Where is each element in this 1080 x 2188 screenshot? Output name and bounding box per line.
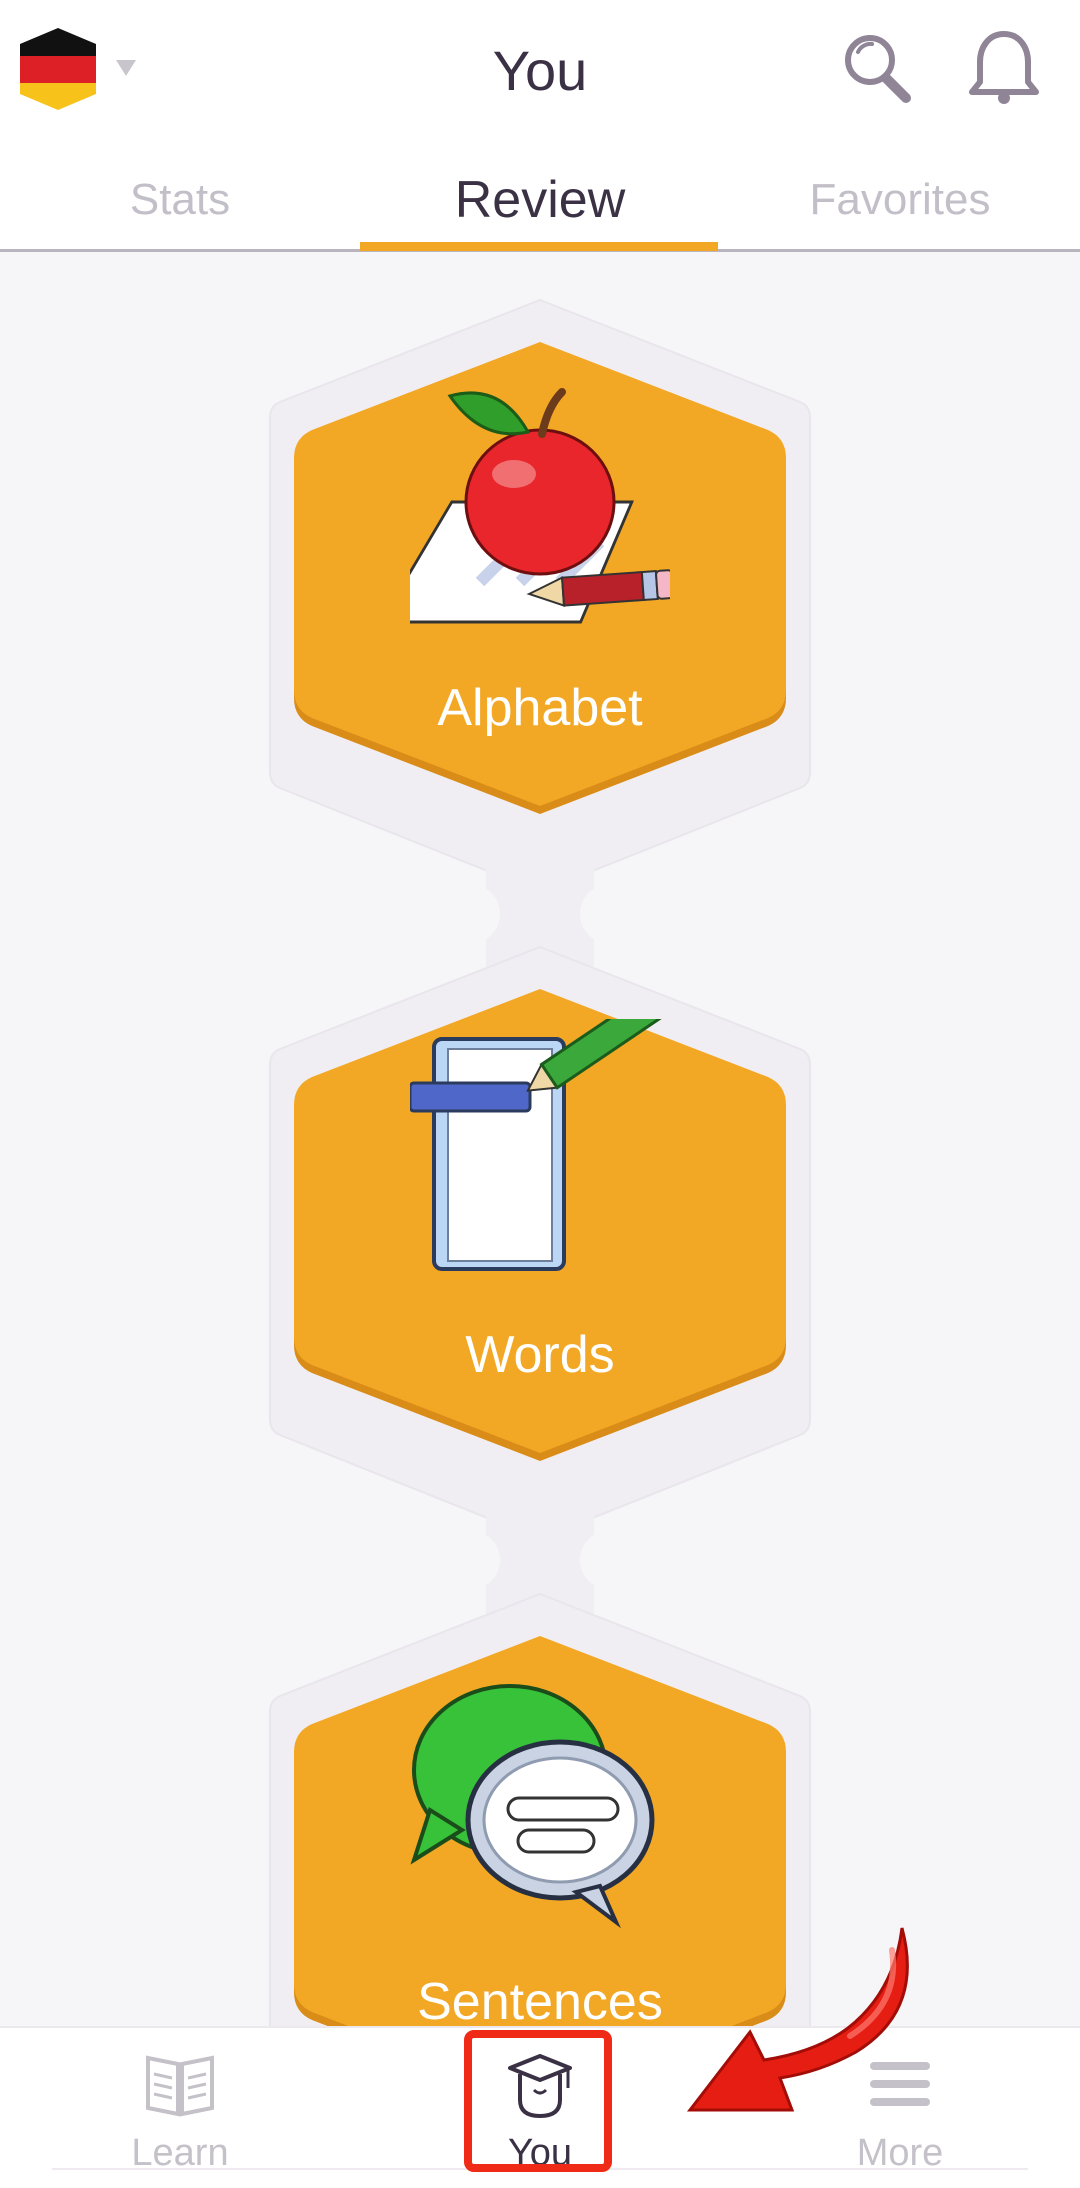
search-icon[interactable] [836, 28, 916, 108]
tab-stats[interactable]: Stats [0, 160, 360, 252]
notebook-pencil-icon [410, 1019, 670, 1271]
tab-review[interactable]: Review [360, 160, 720, 252]
highlight-box [464, 2030, 612, 2172]
review-node-alphabet[interactable]: Alphabet [270, 342, 810, 822]
app-header: You Stats Review Favorites [0, 0, 1080, 252]
book-icon [146, 2055, 214, 2117]
speech-bubbles-icon [410, 1684, 655, 1929]
node-label: Words [465, 1326, 615, 1384]
bell-icon[interactable] [962, 26, 1046, 110]
tab-favorites[interactable]: Favorites [720, 160, 1080, 252]
page-title: You [492, 39, 588, 102]
pointer-arrow-icon [686, 1927, 909, 2112]
apple-paper-pencil-icon [410, 388, 670, 624]
node-label: Alphabet [437, 679, 643, 737]
nav-item-learn[interactable]: Learn [0, 2028, 360, 2188]
tab-bar: Stats Review Favorites [0, 160, 1080, 252]
review-node-words[interactable]: Words [270, 989, 810, 1469]
active-tab-indicator [360, 242, 718, 251]
review-path: Alphabet Words Sentences [0, 252, 1080, 2026]
